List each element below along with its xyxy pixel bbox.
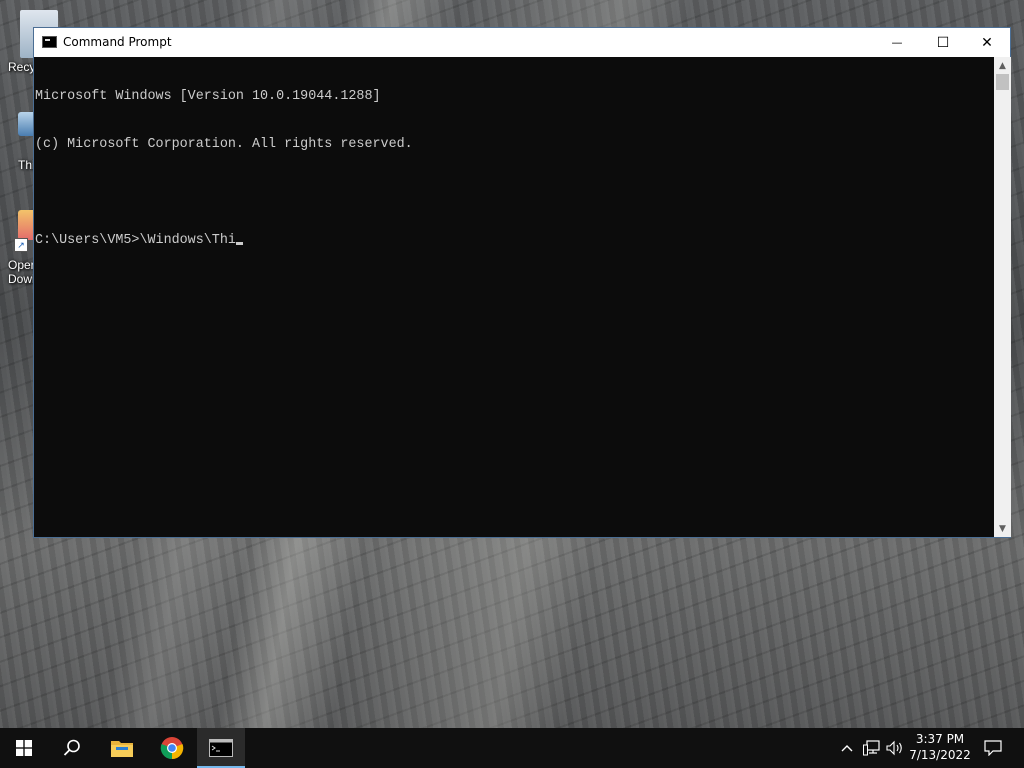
network-icon — [863, 740, 880, 756]
desktop-icon-label: Oper — [8, 258, 35, 272]
cmd-app-icon[interactable] — [42, 36, 57, 48]
command-prompt-window[interactable]: Command Prompt — ☐ ✕ Microsoft Windows [… — [33, 27, 1011, 538]
scroll-up-icon[interactable]: ▲ — [994, 57, 1011, 74]
taskbar-command-prompt[interactable] — [197, 728, 245, 768]
show-hidden-icons-button[interactable] — [838, 728, 856, 768]
chevron-up-icon — [841, 745, 853, 752]
maximize-icon: ☐ — [936, 34, 950, 51]
scroll-down-icon[interactable]: ▼ — [994, 520, 1011, 537]
close-icon: ✕ — [981, 34, 993, 51]
chrome-icon — [160, 737, 184, 760]
window-title: Command Prompt — [63, 35, 172, 49]
taskbar-file-explorer[interactable] — [98, 728, 146, 768]
clock-time: 3:37 PM — [915, 732, 965, 746]
vertical-scrollbar[interactable]: ▲ ▼ — [994, 57, 1011, 537]
action-center-button[interactable] — [978, 728, 1008, 768]
close-button[interactable]: ✕ — [964, 28, 1010, 57]
start-button[interactable] — [0, 728, 48, 768]
console-line: Microsoft Windows [Version 10.0.19044.12… — [35, 89, 381, 104]
text-cursor — [235, 242, 243, 245]
notification-icon — [984, 740, 1002, 756]
search-button[interactable] — [48, 728, 96, 768]
desktop-icon-label-line2: Dowi — [8, 272, 35, 286]
windows-logo-icon — [16, 740, 32, 756]
scrollbar-thumb[interactable] — [996, 74, 1009, 90]
desktop-icon-label: Recy — [8, 60, 36, 74]
window-titlebar[interactable]: Command Prompt — ☐ ✕ — [34, 28, 1010, 57]
search-icon — [63, 739, 80, 756]
console-prompt-text: C:\Users\VM5>\Windows\Thi — [35, 233, 236, 248]
clock-date: 7/13/2022 — [909, 748, 971, 762]
minimize-icon: — — [891, 36, 903, 49]
taskbar-clock[interactable]: 3:37 PM 7/13/2022 — [902, 731, 978, 767]
maximize-button[interactable]: ☐ — [920, 28, 966, 57]
network-button[interactable] — [861, 728, 883, 768]
minimize-button[interactable]: — — [874, 28, 920, 57]
folder-icon — [111, 741, 133, 757]
console-line: (c) Microsoft Corporation. All rights re… — [35, 137, 413, 152]
taskbar-chrome[interactable] — [148, 728, 196, 768]
taskbar: 3:37 PM 7/13/2022 — [0, 728, 1024, 768]
console-output[interactable]: Microsoft Windows [Version 10.0.19044.12… — [34, 57, 994, 537]
cmd-app-icon — [209, 739, 233, 757]
console-prompt-line[interactable]: C:\Users\VM5>\Windows\Thi — [34, 233, 994, 249]
shortcut-arrow-icon: ↗ — [14, 238, 28, 252]
